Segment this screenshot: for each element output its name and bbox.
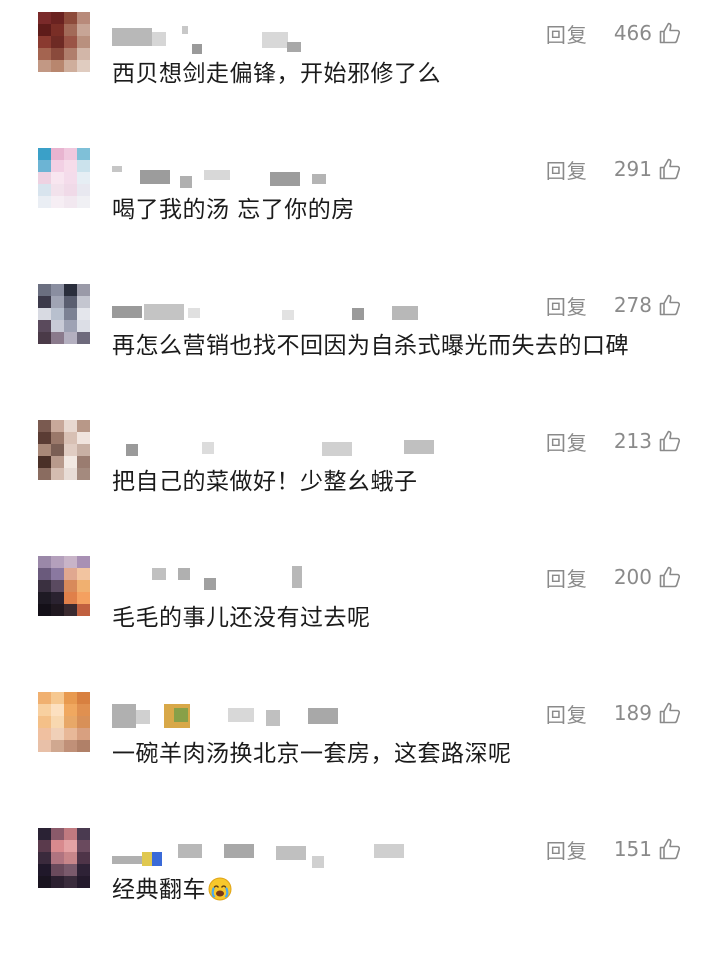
thumbs-up-icon[interactable] — [658, 701, 682, 725]
thumbs-up-icon[interactable] — [658, 157, 682, 181]
reply-button[interactable]: 回复 — [546, 427, 588, 456]
avatar[interactable] — [38, 692, 90, 752]
reply-button[interactable]: 回复 — [546, 291, 588, 320]
avatar[interactable] — [38, 12, 90, 72]
thumbs-up-icon[interactable] — [658, 565, 682, 589]
comment-text-wrap: 西贝想剑走偏锋，开始邪修了么 — [112, 54, 441, 88]
comment-text: 喝了我的汤 忘了你的房 — [112, 197, 355, 223]
comment-item: 回复 291 喝了我的汤 忘了你的房 — [0, 148, 720, 284]
comment-item: 回复 213 把自己的菜做好！少整幺蛾子 — [0, 420, 720, 556]
username-pixelated[interactable] — [112, 18, 412, 54]
comment-item: 回复 200 毛毛的事儿还没有过去呢 — [0, 556, 720, 692]
username-pixelated[interactable] — [112, 426, 434, 456]
comment-text-wrap: 毛毛的事儿还没有过去呢 — [112, 598, 371, 632]
username-pixelated[interactable] — [112, 154, 412, 188]
like-count: 466 — [613, 21, 652, 45]
thumbs-up-icon[interactable] — [658, 837, 682, 861]
reply-button[interactable]: 回复 — [546, 563, 588, 592]
comment-text: 西贝想剑走偏锋，开始邪修了么 — [112, 61, 441, 87]
comment-text: 把自己的菜做好！少整幺蛾子 — [112, 469, 418, 495]
like-count: 189 — [613, 701, 652, 725]
avatar[interactable] — [38, 828, 90, 888]
comment-text-wrap: 一碗羊肉汤换北京一套房，这套路深呢 — [112, 734, 512, 768]
username-pixelated[interactable] — [112, 698, 412, 728]
like-count: 278 — [613, 293, 652, 317]
reply-button[interactable]: 回复 — [546, 699, 588, 728]
reply-button[interactable]: 回复 — [546, 19, 588, 48]
comment-item: 回复 189 一碗羊肉汤换北京一套房，这套路深呢 — [0, 692, 720, 828]
like-count: 151 — [613, 837, 652, 861]
comment-text-wrap: 把自己的菜做好！少整幺蛾子 — [112, 462, 418, 496]
comment-item: 回复 466 西贝想剑走偏锋，开始邪修了么 — [0, 12, 720, 148]
comment-text: 一碗羊肉汤换北京一套房，这套路深呢 — [112, 741, 512, 767]
comment-text-wrap: 再怎么营销也找不回因为自杀式曝光而失去的口碑 — [112, 326, 629, 360]
like-count: 200 — [613, 565, 652, 589]
username-pixelated[interactable] — [112, 290, 418, 320]
thumbs-up-icon[interactable] — [658, 293, 682, 317]
comment-text-wrap: 经典翻车 — [112, 870, 232, 904]
comment-actions: 回复 189 — [546, 698, 682, 728]
avatar[interactable] — [38, 148, 90, 208]
comment-actions: 回复 151 — [546, 834, 682, 864]
like-count: 291 — [613, 157, 652, 181]
comment-actions: 回复 466 — [546, 18, 682, 48]
reply-button[interactable]: 回复 — [546, 155, 588, 184]
comment-text: 再怎么营销也找不回因为自杀式曝光而失去的口碑 — [112, 333, 629, 359]
avatar[interactable] — [38, 420, 90, 480]
comment-actions: 回复 291 — [546, 154, 682, 184]
username-pixelated[interactable] — [112, 834, 412, 868]
username-pixelated[interactable] — [112, 562, 412, 590]
avatar[interactable] — [38, 556, 90, 616]
comment-list: 回复 466 西贝想剑走偏锋，开始邪修了么 回复 291 喝了我的汤 忘了你的房 回复 278… — [0, 0, 720, 926]
comment-actions: 回复 200 — [546, 562, 682, 592]
comment-text: 经典翻车 — [112, 877, 206, 903]
comment-item: 回复 278 再怎么营销也找不回因为自杀式曝光而失去的口碑 — [0, 284, 720, 420]
reply-button[interactable]: 回复 — [546, 835, 588, 864]
comment-item: 回复 151 经典翻车 — [0, 828, 720, 964]
comment-text: 毛毛的事儿还没有过去呢 — [112, 605, 371, 631]
thumbs-up-icon[interactable] — [658, 21, 682, 45]
crying-face-icon — [208, 877, 232, 901]
comment-actions: 回复 213 — [546, 426, 682, 456]
thumbs-up-icon[interactable] — [658, 429, 682, 453]
comment-actions: 回复 278 — [546, 290, 682, 320]
like-count: 213 — [613, 429, 652, 453]
avatar[interactable] — [38, 284, 90, 344]
comment-text-wrap: 喝了我的汤 忘了你的房 — [112, 190, 355, 224]
